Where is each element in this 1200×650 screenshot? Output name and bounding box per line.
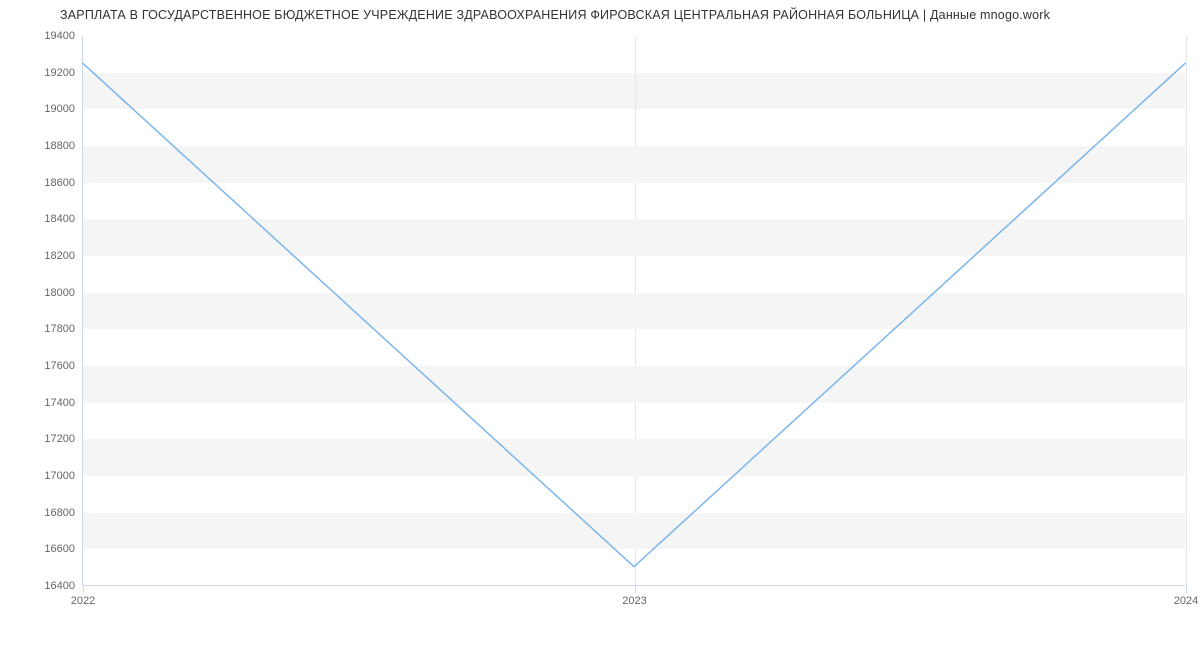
x-tick bbox=[83, 585, 84, 593]
grid-vertical bbox=[1186, 36, 1187, 585]
series-line bbox=[83, 63, 1185, 566]
y-tick-label: 16400 bbox=[44, 580, 75, 592]
y-tick-label: 18200 bbox=[44, 250, 75, 262]
y-tick-label: 19400 bbox=[44, 30, 75, 42]
plot-area: 1640016600168001700017200174001760017800… bbox=[82, 36, 1185, 586]
y-tick-label: 18600 bbox=[44, 177, 75, 189]
y-tick-label: 18800 bbox=[44, 140, 75, 152]
y-tick-label: 17200 bbox=[44, 433, 75, 445]
line-chart: ЗАРПЛАТА В ГОСУДАРСТВЕННОЕ БЮДЖЕТНОЕ УЧР… bbox=[0, 0, 1200, 625]
y-tick-label: 19000 bbox=[44, 103, 75, 115]
y-tick-label: 17800 bbox=[44, 323, 75, 335]
chart-title: ЗАРПЛАТА В ГОСУДАРСТВЕННОЕ БЮДЖЕТНОЕ УЧР… bbox=[60, 8, 1050, 22]
y-tick-label: 16600 bbox=[44, 543, 75, 555]
y-tick-label: 17000 bbox=[44, 470, 75, 482]
y-tick-label: 18000 bbox=[44, 287, 75, 299]
x-tick-label: 2024 bbox=[1174, 595, 1198, 607]
x-tick bbox=[1186, 585, 1187, 593]
x-tick bbox=[635, 585, 636, 593]
data-line bbox=[83, 36, 1185, 585]
x-tick-label: 2023 bbox=[622, 595, 646, 607]
y-tick-label: 17600 bbox=[44, 360, 75, 372]
y-tick-label: 17400 bbox=[44, 397, 75, 409]
y-tick-label: 16800 bbox=[44, 507, 75, 519]
y-tick-label: 19200 bbox=[44, 67, 75, 79]
y-tick-label: 18400 bbox=[44, 213, 75, 225]
x-tick-label: 2022 bbox=[71, 595, 95, 607]
